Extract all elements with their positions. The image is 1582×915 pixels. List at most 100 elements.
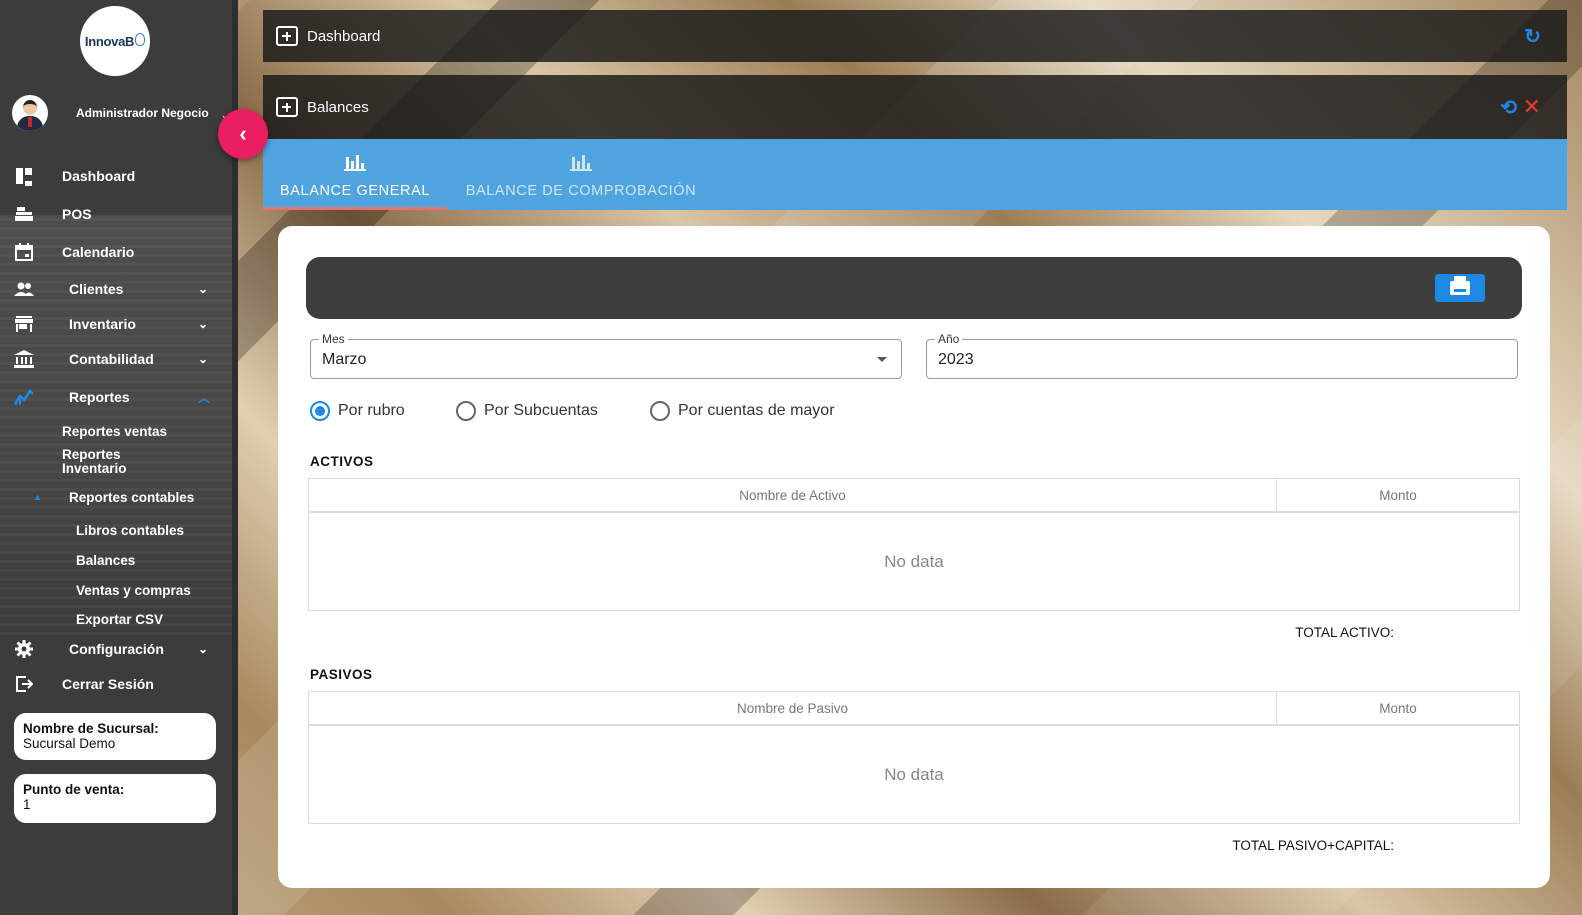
logo-text: InnovaB: [84, 33, 135, 49]
chevron-down-icon: ⌄: [198, 317, 209, 331]
pos-label: Punto de venta:: [23, 782, 125, 797]
user-menu[interactable]: Administrador Negocio ⌄: [12, 95, 236, 131]
sidebar-item-label: Inventario: [69, 316, 136, 332]
chevron-up-icon: ︿: [198, 390, 211, 405]
logout-icon: [14, 674, 34, 694]
dashboard-icon: [14, 166, 34, 186]
sidebar-item-clientes[interactable]: Clientes ⌄: [0, 273, 232, 305]
sidebar-subitem-exportar-csv[interactable]: Exportar CSV: [76, 612, 163, 627]
user-name: Administrador Negocio: [76, 106, 209, 120]
toolbar: [306, 257, 1522, 319]
tab-balance-general[interactable]: BALANCE GENERAL: [263, 139, 447, 210]
branch-card: Nombre de Sucursal: Sucursal Demo: [14, 713, 216, 760]
add-box-icon: [276, 26, 298, 46]
sidebar-subitem-balances[interactable]: Balances: [76, 553, 135, 568]
pasivos-title: PASIVOS: [310, 667, 373, 682]
total-pasivo-capital-label: TOTAL PASIVO+CAPITAL:: [1232, 838, 1394, 853]
radio-por-cuentas-mayor[interactable]: Por cuentas de mayor: [650, 401, 835, 421]
collapse-sidebar-button[interactable]: ‹: [218, 109, 268, 159]
anio-value: 2023: [938, 351, 974, 368]
sidebar-item-label: Contabilidad: [69, 351, 154, 367]
avatar: [12, 95, 48, 131]
sidebar: InnovaB Administrador Negocio ⌄ Dashboar…: [0, 0, 238, 915]
empty-message: No data: [884, 764, 944, 784]
balances-header: Balances ⟲ ✕: [263, 75, 1567, 139]
bar-chart-icon: [570, 153, 592, 171]
sidebar-item-reportes[interactable]: Reportes ︿: [0, 381, 232, 413]
radio-unchecked-icon: [456, 401, 476, 421]
sidebar-item-label: Cerrar Sesión: [62, 676, 154, 692]
sidebar-item-label: Reportes: [69, 389, 130, 405]
radio-checked-icon: [310, 401, 330, 421]
radio-por-subcuentas[interactable]: Por Subcuentas: [456, 401, 598, 421]
chevron-down-icon: ⌄: [198, 352, 209, 366]
col-monto[interactable]: Monto: [1277, 692, 1519, 724]
calendar-icon: [14, 242, 34, 262]
pos-card: Punto de venta: 1: [14, 774, 216, 823]
chevron-down-icon: ⌄: [198, 282, 209, 296]
reload-icon[interactable]: ⟲: [1500, 95, 1517, 120]
sidebar-item-contabilidad[interactable]: Contabilidad ⌄: [0, 343, 232, 375]
chart-line-icon: [14, 387, 34, 407]
chevron-left-icon: ‹: [239, 121, 247, 146]
refresh-icon[interactable]: ↻: [1524, 24, 1541, 49]
header-title: Dashboard: [307, 27, 381, 45]
sidebar-subitem-reportes-ventas[interactable]: Reportes ventas: [62, 424, 167, 439]
chevron-down-icon: ⌄: [198, 642, 209, 656]
bar-chart-icon: [344, 153, 366, 171]
sidebar-subitem-reportes-contables[interactable]: Reportes contables: [69, 490, 194, 505]
active-tab-indicator: [263, 207, 447, 210]
branch-value: Sucursal Demo: [23, 736, 116, 751]
dashboard-header: Dashboard ↻: [263, 10, 1567, 62]
pasivos-table: Nombre de Pasivo Monto No data: [308, 691, 1520, 824]
sidebar-subitem-libros-contables[interactable]: Libros contables: [76, 523, 184, 538]
tab-label: BALANCE GENERAL: [279, 183, 431, 199]
sidebar-item-configuracion[interactable]: Configuración ⌄: [0, 633, 232, 665]
logo: InnovaB: [80, 6, 150, 76]
table-header: Nombre de Pasivo Monto: [309, 692, 1519, 726]
bulb-icon: [135, 32, 146, 46]
sidebar-subitem-reportes-inventario[interactable]: Reportes Inventario: [62, 448, 142, 476]
printer-icon: [1450, 276, 1470, 295]
gear-icon: [14, 639, 34, 659]
people-icon: [14, 279, 34, 299]
sidebar-subitem-ventas-compras[interactable]: Ventas y compras: [76, 583, 191, 598]
register-icon: [14, 204, 34, 224]
radio-unchecked-icon: [650, 401, 670, 421]
print-button[interactable]: [1435, 274, 1485, 302]
sidebar-item-cerrar-sesion[interactable]: Cerrar Sesión: [0, 668, 232, 700]
activos-title: ACTIVOS: [310, 454, 374, 469]
mes-select[interactable]: Mes Marzo: [310, 332, 902, 379]
anio-label: Año: [935, 332, 963, 346]
mes-label: Mes: [319, 332, 348, 346]
store-icon: [14, 314, 34, 334]
sidebar-item-dashboard[interactable]: Dashboard: [0, 160, 232, 192]
col-nombre-pasivo[interactable]: Nombre de Pasivo: [309, 692, 1277, 724]
sidebar-item-label: Calendario: [62, 244, 135, 260]
add-box-icon: [276, 97, 298, 117]
tab-balance-comprobacion[interactable]: BALANCE DE COMPROBACIÓN: [458, 139, 704, 210]
branch-label: Nombre de Sucursal:: [23, 721, 159, 736]
pos-value: 1: [23, 797, 31, 812]
radio-label: Por rubro: [338, 402, 405, 419]
empty-message: No data: [884, 551, 944, 571]
anio-input[interactable]: Año 2023: [926, 332, 1518, 379]
radio-label: Por cuentas de mayor: [678, 402, 835, 419]
sidebar-item-inventario[interactable]: Inventario ⌄: [0, 308, 232, 340]
sidebar-item-pos[interactable]: POS: [0, 198, 232, 230]
col-monto[interactable]: Monto: [1277, 479, 1519, 511]
table-header: Nombre de Activo Monto: [309, 479, 1519, 513]
col-nombre-activo[interactable]: Nombre de Activo: [309, 479, 1277, 511]
tab-label: BALANCE DE COMPROBACIÓN: [465, 183, 697, 199]
sidebar-item-label: Dashboard: [62, 168, 136, 184]
close-icon[interactable]: ✕: [1523, 94, 1541, 120]
panel-title: Balances: [307, 98, 369, 116]
sidebar-item-calendario[interactable]: Calendario: [0, 236, 232, 268]
tabs-bar: BALANCE GENERAL BALANCE DE COMPROBACIÓN: [263, 139, 1567, 210]
radio-label: Por Subcuentas: [484, 402, 598, 419]
radio-por-rubro[interactable]: Por rubro: [310, 401, 405, 421]
activos-table: Nombre de Activo Monto No data: [308, 478, 1520, 611]
sidebar-item-label: Configuración: [69, 641, 164, 657]
balance-card: Mes Marzo Año 2023 Por rubro Por Subcuen…: [278, 226, 1550, 888]
caret-down-icon: [877, 357, 887, 362]
